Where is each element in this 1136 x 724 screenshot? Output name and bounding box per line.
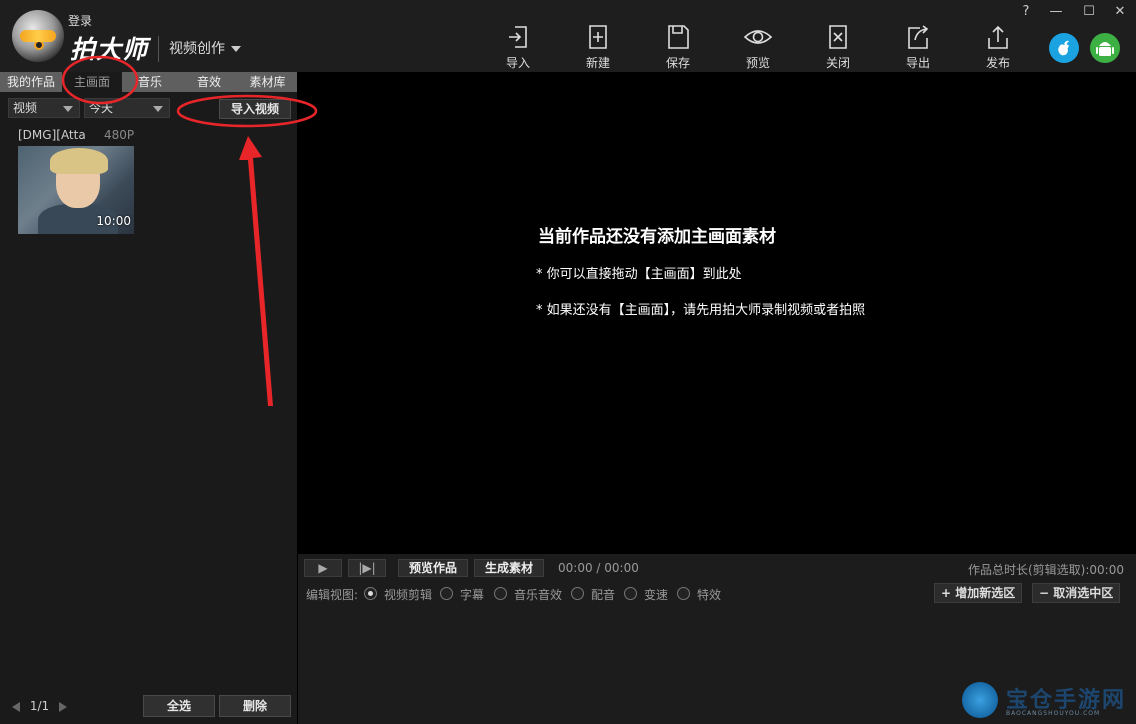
media-item-resolution: 480P — [104, 128, 135, 142]
login-link[interactable]: 登录 — [68, 12, 92, 29]
tab-my-works[interactable]: 我的作品 — [0, 72, 62, 92]
apple-icon[interactable] — [1049, 33, 1079, 63]
toolbar-label: 关闭 — [825, 56, 850, 70]
import-video-button[interactable]: 导入视频 — [219, 99, 291, 119]
toolbar-publish-button[interactable]: 发布 — [974, 24, 1022, 71]
export-icon — [908, 25, 929, 49]
add-region-button[interactable]: + 增加新选区 — [934, 583, 1023, 603]
toolbar-import-button[interactable]: 导入 — [494, 24, 542, 71]
media-item-name: [DMG][Atta — [18, 128, 86, 142]
media-thumbnail[interactable]: 10:00 — [18, 146, 134, 234]
toolbar-preview-button[interactable]: 预览 — [734, 24, 782, 71]
toolbar-label: 新建 — [585, 56, 610, 70]
type-filter-value: 视频 — [13, 101, 38, 115]
maximize-button[interactable]: ☐ — [1081, 4, 1097, 20]
toolbar-label: 发布 — [985, 56, 1010, 70]
play-button[interactable]: ▶ — [304, 559, 342, 577]
app-logo — [12, 10, 64, 62]
total-duration: 作品总时长(剪辑选取):00:00 — [968, 563, 1124, 577]
chevron-down-icon — [231, 46, 241, 52]
mode-label: 视频创作 — [169, 41, 225, 57]
select-all-button[interactable]: 全选 — [143, 695, 215, 717]
minimize-button[interactable]: — — [1048, 4, 1064, 20]
tab-library[interactable]: 素材库 — [238, 72, 297, 92]
close-file-icon — [829, 25, 847, 49]
date-filter-select[interactable]: 今天 — [84, 98, 170, 118]
watermark-subtext: BAOCANGSHOUYOU.COM — [1006, 710, 1101, 717]
radio-label: 特效 — [697, 588, 722, 602]
eye-icon — [743, 30, 773, 44]
plus-icon: + — [941, 586, 956, 600]
radio-dubbing[interactable] — [571, 587, 584, 600]
delete-button[interactable]: 删除 — [219, 695, 291, 717]
toolbar-export-button[interactable]: 导出 — [894, 24, 942, 71]
date-filter-value: 今天 — [89, 101, 114, 115]
toolbar-label: 保存 — [665, 56, 690, 70]
generate-material-button[interactable]: 生成素材 — [474, 559, 544, 577]
tab-main-screen[interactable]: 主画面 — [62, 72, 122, 92]
radio-effects[interactable] — [677, 587, 690, 600]
radio-music-effects[interactable] — [494, 587, 507, 600]
radio-label: 字幕 — [460, 588, 485, 602]
material-tabs: 我的作品 主画面 音乐 音效 素材库 — [0, 72, 297, 92]
android-icon[interactable] — [1090, 33, 1120, 63]
cancel-region-label: 取消选中区 — [1053, 586, 1114, 600]
import-icon — [509, 26, 527, 48]
empty-hint-2: * 如果还没有【主画面】，请先用拍大师录制视频或者拍照 — [536, 303, 866, 318]
radio-speed[interactable] — [624, 587, 637, 600]
view-label: 编辑视图: — [306, 588, 359, 602]
left-panel: 我的作品 主画面 音乐 音效 素材库 视频 今天 导入视频 [DMG][Atta… — [0, 72, 297, 724]
radio-label: 视频剪辑 — [384, 588, 433, 602]
radio-video-cut[interactable] — [364, 587, 377, 600]
mode-selector[interactable]: 视频创作 — [158, 36, 241, 62]
new-file-icon — [589, 25, 607, 49]
toolbar-label: 导出 — [905, 56, 930, 70]
watermark: 宝仓手游网 BAOCANGSHOUYOU.COM — [962, 680, 1132, 724]
time-readout: 00:00 / 00:00 — [558, 561, 639, 575]
toolbar-save-button[interactable]: 保存 — [654, 24, 702, 71]
tab-sound-effects[interactable]: 音效 — [180, 72, 238, 92]
type-filter-select[interactable]: 视频 — [8, 98, 80, 118]
next-page-icon[interactable] — [58, 701, 67, 712]
save-icon — [668, 25, 689, 49]
empty-title: 当前作品还没有添加主画面素材 — [538, 227, 776, 247]
chevron-down-icon — [63, 106, 73, 112]
radio-subtitle[interactable] — [440, 587, 453, 600]
media-duration: 10:00 — [96, 214, 131, 228]
watermark-logo-icon — [962, 682, 998, 718]
tab-music[interactable]: 音乐 — [122, 72, 178, 92]
prev-page-icon[interactable] — [12, 701, 20, 712]
radio-label: 变速 — [644, 588, 669, 602]
close-window-button[interactable]: ✕ — [1112, 4, 1128, 20]
help-button[interactable]: ? — [1018, 4, 1034, 20]
radio-label: 配音 — [591, 588, 616, 602]
upload-icon — [988, 25, 1008, 49]
toolbar-new-button[interactable]: 新建 — [574, 24, 622, 71]
empty-hint-1: * 你可以直接拖动【主画面】到此处 — [536, 267, 742, 282]
radio-label: 音乐音效 — [514, 588, 563, 602]
preview-work-button[interactable]: 预览作品 — [398, 559, 468, 577]
chevron-down-icon — [153, 106, 163, 112]
step-button[interactable]: |▶| — [348, 559, 386, 577]
preview-canvas[interactable]: 当前作品还没有添加主画面素材 * 你可以直接拖动【主画面】到此处 * 如果还没有… — [298, 72, 1136, 554]
minus-icon: − — [1039, 586, 1054, 600]
pager: 1/1 — [12, 699, 67, 713]
toolbar-label: 导入 — [505, 56, 530, 70]
toolbar-label: 预览 — [745, 56, 770, 70]
title-bar: 登录 拍大师 视频创作 导入 新建 保存 预览 关闭 导出 发布 ? — ☐ ✕ — [0, 0, 1136, 72]
page-indicator: 1/1 — [29, 699, 50, 713]
app-name: 拍大师 — [70, 35, 149, 64]
cancel-region-button[interactable]: − 取消选中区 — [1032, 583, 1121, 603]
toolbar-close-button[interactable]: 关闭 — [814, 24, 862, 71]
add-region-label: 增加新选区 — [955, 586, 1016, 600]
